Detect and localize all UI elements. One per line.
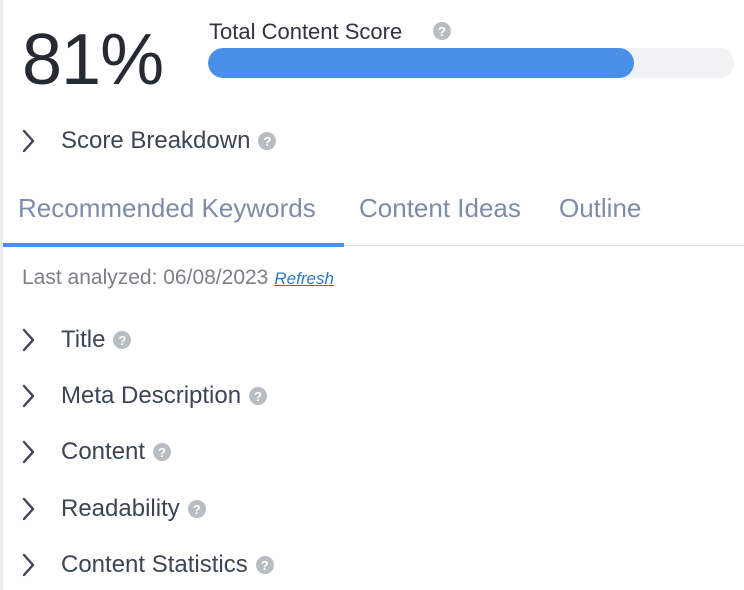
question-circle-icon[interactable]: ? <box>113 331 132 349</box>
question-circle-icon[interactable]: ? <box>249 387 268 405</box>
panel-edge <box>0 0 3 590</box>
tab-content-ideas[interactable]: Content Ideas <box>359 193 521 223</box>
score-breakdown-toggle[interactable]: Score Breakdown ? <box>22 126 277 156</box>
section-content-label: Content <box>61 438 146 465</box>
section-content-statistics-toggle[interactable]: Content Statistics ? <box>22 550 274 580</box>
section-meta-description-toggle[interactable]: Meta Description ? <box>22 381 268 411</box>
section-content-statistics-label: Content Statistics <box>61 551 248 578</box>
chevron-right-icon <box>22 381 44 411</box>
tab-bar: Recommended Keywords Content Ideas Outli… <box>3 182 744 247</box>
score-progress-bar <box>208 48 734 78</box>
tab-recommended-keywords[interactable]: Recommended Keywords <box>18 193 316 223</box>
score-progress-fill <box>208 48 635 78</box>
question-circle-icon[interactable]: ? <box>255 556 274 574</box>
last-analyzed: Last analyzed: 06/08/2023 Refresh <box>22 266 334 290</box>
section-readability-toggle[interactable]: Readability ? <box>22 494 206 524</box>
section-content-toggle[interactable]: Content ? <box>22 437 172 467</box>
chevron-right-icon <box>22 325 44 355</box>
section-title-toggle[interactable]: Title ? <box>22 325 132 355</box>
question-circle-icon[interactable]: ? <box>258 132 277 150</box>
question-circle-icon[interactable]: ? <box>187 500 206 518</box>
question-circle-icon[interactable]: ? <box>153 443 172 461</box>
chevron-right-icon <box>22 437 44 467</box>
tab-outline[interactable]: Outline <box>559 193 641 223</box>
chevron-right-icon <box>22 550 44 580</box>
active-tab-indicator <box>3 243 344 247</box>
score-value: 81% <box>22 20 164 100</box>
question-circle-icon[interactable]: ? <box>433 22 451 40</box>
section-title-label: Title <box>61 326 106 353</box>
score-breakdown-label: Score Breakdown <box>61 127 251 154</box>
section-meta-description-label: Meta Description <box>61 382 242 409</box>
last-analyzed-text: Last analyzed: 06/08/2023 <box>22 266 269 289</box>
content-score-panel: 81% Total Content Score ? Score Breakdow… <box>0 0 744 590</box>
section-readability-label: Readability <box>61 495 180 522</box>
refresh-link[interactable]: Refresh <box>274 269 334 288</box>
score-label: Total Content Score <box>209 19 403 44</box>
chevron-right-icon <box>22 126 44 156</box>
chevron-right-icon <box>22 494 44 524</box>
